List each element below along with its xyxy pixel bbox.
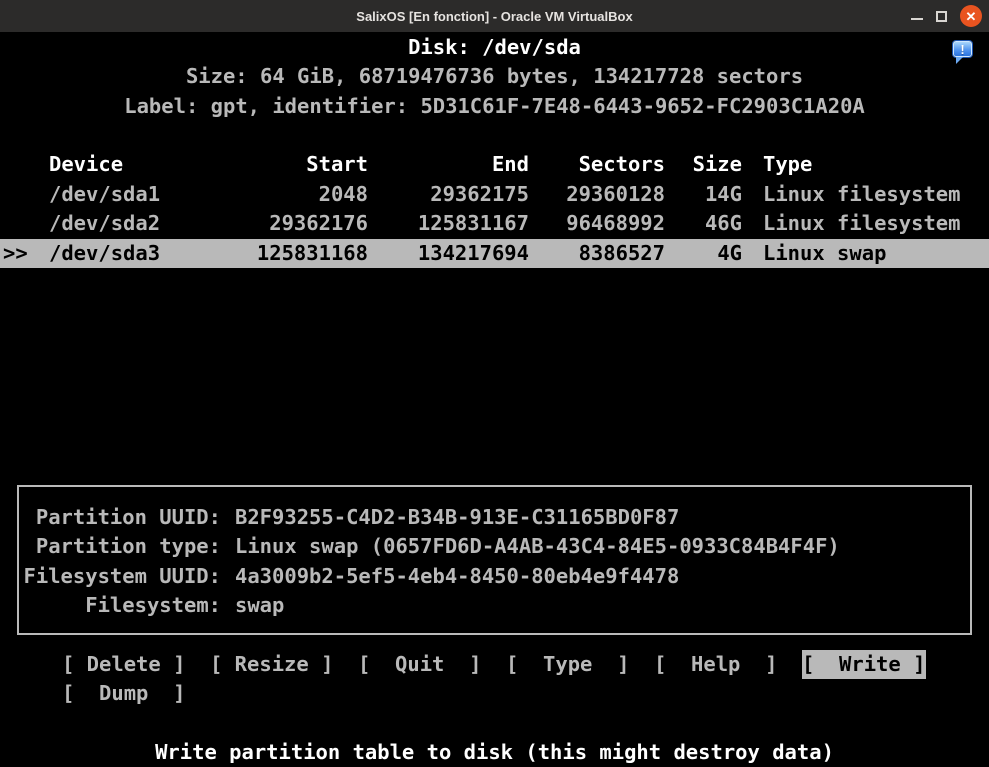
info-value: swap: [235, 591, 970, 620]
window-title: SalixOS [En fonction] - Oracle VM Virtua…: [356, 9, 632, 24]
cell-type: Linux filesystem: [742, 180, 989, 209]
close-icon[interactable]: ✕: [960, 5, 982, 27]
menu-button-dump[interactable]: [ Dump ]: [62, 679, 186, 708]
menu-button-quit[interactable]: [ Quit ]: [358, 650, 482, 679]
table-row[interactable]: /dev/sda2 29362176 125831167 96468992 46…: [0, 209, 989, 238]
cell-size: 4G: [665, 239, 742, 268]
table-row-selected[interactable]: >> /dev/sda3 125831168 134217694 8386527…: [0, 239, 989, 268]
menu-button-resize[interactable]: [ Resize ]: [210, 650, 334, 679]
cell-size: 14G: [665, 180, 742, 209]
titlebar[interactable]: SalixOS [En fonction] - Oracle VM Virtua…: [0, 0, 989, 32]
selection-cursor: >>: [3, 239, 28, 268]
menu-button-delete[interactable]: [ Delete ]: [62, 650, 186, 679]
table-header: Device Start End Sectors Size Type: [0, 150, 989, 179]
cell-end: 134217694: [368, 239, 529, 268]
info-label: Partition type:: [19, 532, 221, 561]
partition-info-box: Partition UUID: B2F93255-C4D2-B34B-913E-…: [17, 485, 972, 635]
info-value: Linux swap (0657FD6D-A4AB-43C4-84E5-0933…: [235, 532, 970, 561]
cell-size: 46G: [665, 209, 742, 238]
cell-device: /dev/sda3: [49, 239, 250, 268]
info-label: Partition UUID:: [19, 503, 221, 532]
status-line: Write partition table to disk (this migh…: [0, 738, 989, 767]
cell-end: 29362175: [368, 180, 529, 209]
info-line: Partition UUID: B2F93255-C4D2-B34B-913E-…: [19, 503, 970, 532]
info-label: Filesystem UUID:: [19, 562, 221, 591]
minimize-icon[interactable]: [911, 18, 923, 20]
cell-start: 29362176: [250, 209, 368, 238]
cell-sectors: 96468992: [529, 209, 665, 238]
column-header-sectors: Sectors: [529, 150, 665, 179]
table-row[interactable]: /dev/sda1 2048 29362175 29360128 14G Lin…: [0, 180, 989, 209]
menu-button-write[interactable]: [ Write ]: [802, 650, 926, 679]
column-header-type: Type: [742, 150, 989, 179]
virtualbox-window: SalixOS [En fonction] - Oracle VM Virtua…: [0, 0, 989, 767]
maximize-icon[interactable]: [936, 11, 947, 22]
column-header-start: Start: [250, 150, 368, 179]
cell-type: Linux filesystem: [742, 209, 989, 238]
info-line: Partition type: Linux swap (0657FD6D-A4A…: [19, 532, 970, 561]
cell-device: /dev/sda2: [49, 209, 250, 238]
info-value: B2F93255-C4D2-B34B-913E-C31165BD0F87: [235, 503, 970, 532]
disk-title: Disk: /dev/sda: [0, 33, 989, 62]
info-label: Filesystem:: [19, 591, 221, 620]
column-header-device: Device: [49, 150, 250, 179]
cell-start: 125831168: [250, 239, 368, 268]
menu-button-help[interactable]: [ Help ]: [654, 650, 778, 679]
cell-type: Linux swap: [742, 239, 989, 268]
info-line: Filesystem UUID: 4a3009b2-5ef5-4eb4-8450…: [19, 562, 970, 591]
info-value: 4a3009b2-5ef5-4eb4-8450-80eb4e9f4478: [235, 562, 970, 591]
cfdisk-terminal: ! Disk: /dev/sda Size: 64 GiB, 687194767…: [0, 32, 989, 767]
cell-sectors: 29360128: [529, 180, 665, 209]
column-header-size: Size: [665, 150, 742, 179]
menu-button-type[interactable]: [ Type ]: [506, 650, 630, 679]
window-controls: ✕: [911, 0, 982, 32]
cell-sectors: 8386527: [529, 239, 665, 268]
info-line: Filesystem: swap: [19, 591, 970, 620]
cell-device: /dev/sda1: [49, 180, 250, 209]
cell-end: 125831167: [368, 209, 529, 238]
disk-size-line: Size: 64 GiB, 68719476736 bytes, 1342177…: [0, 62, 989, 91]
disk-label-line: Label: gpt, identifier: 5D31C61F-7E48-64…: [0, 92, 989, 121]
cell-start: 2048: [250, 180, 368, 209]
column-header-end: End: [368, 150, 529, 179]
